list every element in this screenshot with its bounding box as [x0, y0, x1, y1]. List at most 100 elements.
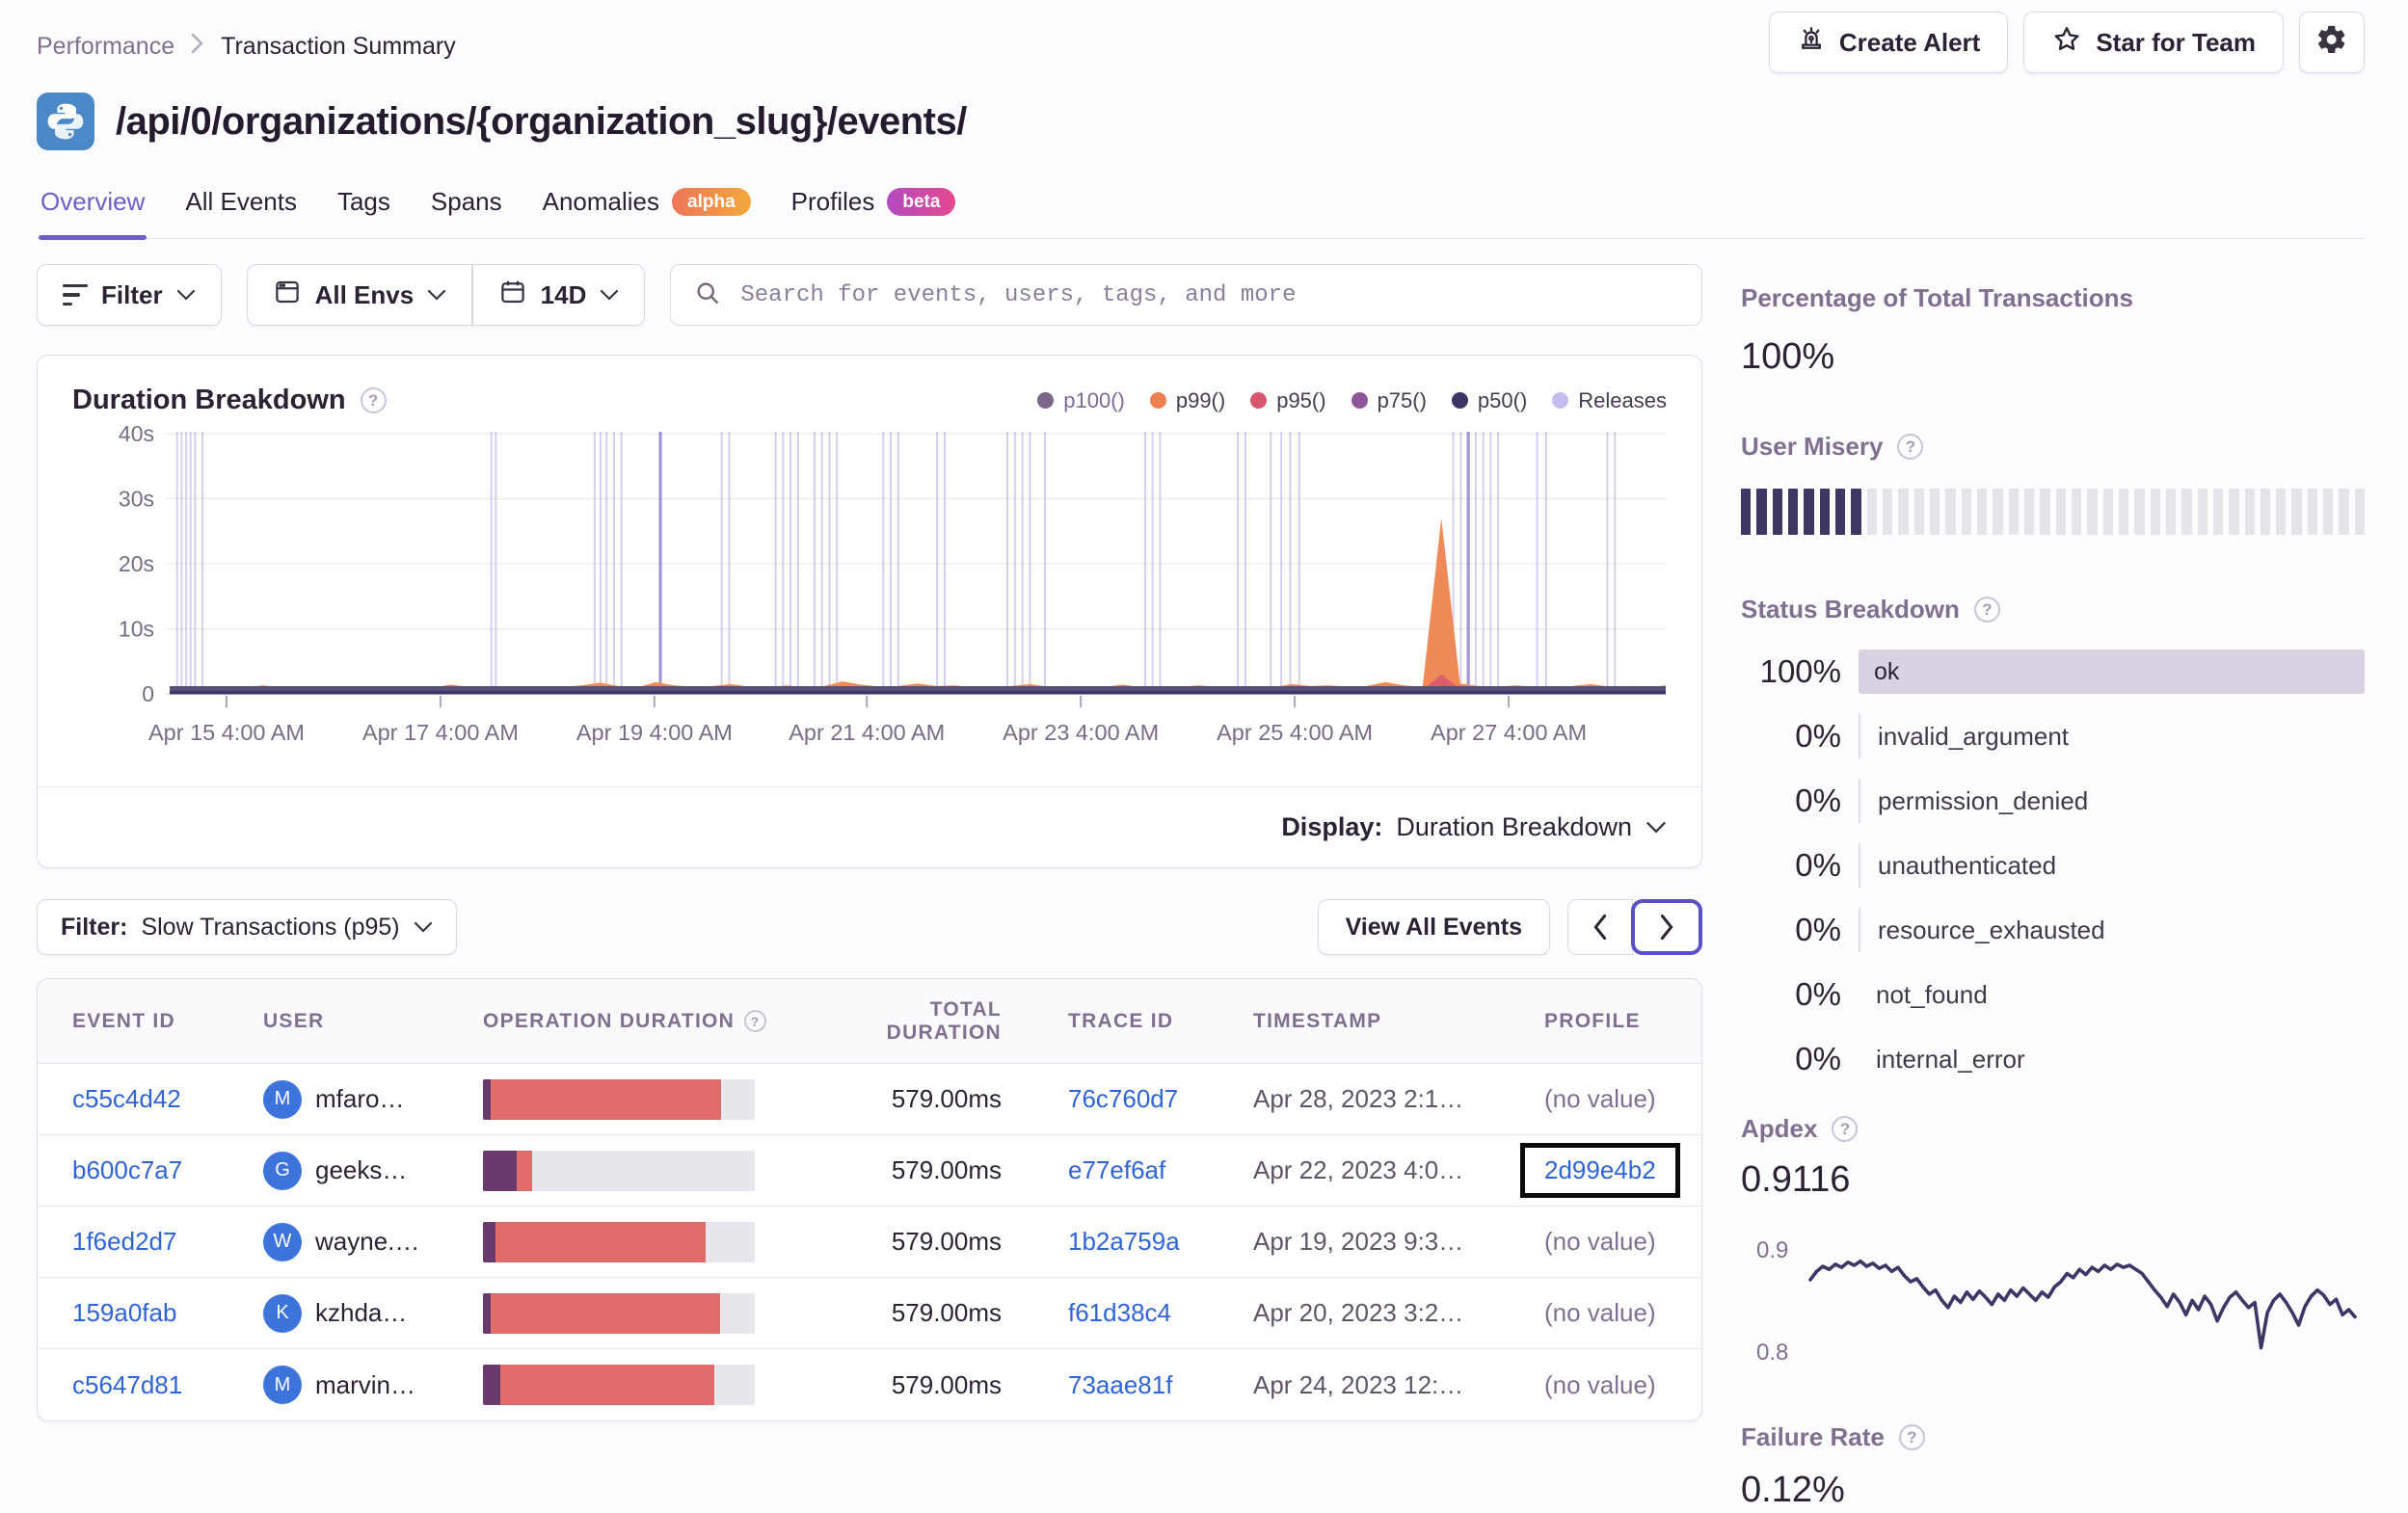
tab-anomalies[interactable]: Anomalies alpha	[541, 175, 753, 238]
display-row: Display: Duration Breakdown	[38, 786, 1701, 867]
op-segment-red	[491, 1078, 721, 1120]
help-icon[interactable]: ?	[1898, 1424, 1925, 1450]
date-range-selector[interactable]: 14D	[473, 265, 645, 325]
misery-cell	[1787, 489, 1799, 535]
display-selector[interactable]: Duration Breakdown	[1396, 812, 1632, 842]
operation-duration-bar	[483, 1221, 755, 1262]
help-icon[interactable]: ?	[1897, 434, 1924, 460]
transaction-filter-dropdown[interactable]: Filter: Slow Transactions (p95)	[37, 899, 457, 955]
operation-duration-bar	[483, 1365, 755, 1405]
filter-button[interactable]: Filter	[38, 265, 221, 325]
misery-cell	[2165, 489, 2177, 535]
status-label: invalid_argument	[1859, 714, 2365, 758]
operation-duration-cell	[483, 1078, 816, 1120]
chart-legend: p100() p99() p95() p75() p50() Releases	[1037, 388, 1667, 413]
timestamp-cell: Apr 22, 2023 4:0…	[1253, 1155, 1464, 1184]
user-misery-title: User Misery ?	[1741, 432, 2365, 462]
view-all-events-button[interactable]: View All Events	[1317, 899, 1550, 955]
svg-text:Apr 25 4:00 AM: Apr 25 4:00 AM	[1217, 720, 1373, 745]
misery-cell	[2181, 489, 2192, 535]
chevron-left-icon	[1593, 914, 1607, 941]
chevron-down-icon	[601, 289, 619, 301]
trace-id-link[interactable]: 73aae81f	[1068, 1370, 1172, 1399]
status-row-invalid-argument: 0% invalid_argument	[1741, 714, 2365, 758]
trace-id-link[interactable]: 76c760d7	[1068, 1084, 1178, 1113]
help-icon[interactable]: ?	[360, 387, 387, 413]
environment-selector[interactable]: All Envs	[248, 265, 472, 325]
legend-item-p99[interactable]: p99()	[1149, 388, 1225, 413]
env-date-group: All Envs 14D	[246, 264, 646, 326]
tab-all-events[interactable]: All Events	[183, 175, 299, 238]
legend-item-releases[interactable]: Releases	[1552, 388, 1667, 413]
col-event-id: EVENT ID	[72, 1009, 175, 1032]
apdex-y-top-label: 0.9	[1756, 1237, 1789, 1263]
previous-page-button[interactable]	[1567, 899, 1633, 955]
profile-link[interactable]: 2d99e4b2	[1544, 1155, 1656, 1184]
operation-duration-bar	[483, 1292, 755, 1334]
misery-cell	[2040, 489, 2050, 535]
legend-dot	[1149, 392, 1166, 409]
col-timestamp: TIMESTAMP	[1253, 1009, 1382, 1032]
tab-tags[interactable]: Tags	[335, 175, 392, 238]
chevron-down-icon[interactable]	[1645, 820, 1667, 835]
status-percent: 0%	[1795, 912, 1841, 947]
trace-id-link[interactable]: f61d38c4	[1068, 1298, 1171, 1327]
event-id-link[interactable]: c55c4d42	[72, 1084, 181, 1113]
misery-cell	[2102, 489, 2113, 535]
total-duration-cell: 579.00ms	[891, 1155, 1002, 1184]
user-cell: Kkzhda…	[263, 1293, 483, 1333]
tab-profiles[interactable]: Profiles beta	[789, 175, 958, 238]
misery-cell	[2276, 489, 2287, 535]
help-icon[interactable]: ?	[744, 1010, 767, 1032]
transaction-filter-label: Filter:	[61, 913, 128, 941]
misery-cell	[1913, 489, 1924, 535]
create-alert-button[interactable]: Create Alert	[1768, 12, 2009, 73]
event-id-cell: c55c4d42	[72, 1084, 263, 1114]
next-page-button[interactable]	[1631, 899, 1702, 955]
profile-no-value: (no value)	[1544, 1298, 1656, 1327]
avatar: K	[263, 1293, 302, 1333]
legend-item-p75[interactable]: p75()	[1351, 388, 1427, 413]
legend-label: p50()	[1477, 387, 1528, 412]
operation-duration-bar	[483, 1078, 755, 1120]
event-id-link[interactable]: b600c7a7	[72, 1155, 182, 1184]
trace-id-link[interactable]: e77ef6af	[1068, 1155, 1165, 1184]
legend-label: p100()	[1063, 387, 1125, 412]
breadcrumb-chevron-icon	[190, 31, 205, 63]
misery-cell	[1772, 489, 1782, 535]
settings-button[interactable]	[2299, 12, 2365, 73]
star-for-team-button[interactable]: Star for Team	[2023, 12, 2284, 73]
tab-label: All Events	[185, 187, 297, 216]
apdex-sparkline	[1808, 1259, 2357, 1350]
table-row: 1f6ed2d7 Wwayne.… 579.00ms 1b2a759a Apr 19, …	[38, 1207, 1701, 1278]
trace-id-link[interactable]: 1b2a759a	[1068, 1227, 1180, 1256]
legend-item-p100[interactable]: p100()	[1037, 388, 1125, 413]
legend-item-p95[interactable]: p95()	[1250, 388, 1326, 413]
help-icon[interactable]: ?	[1832, 1116, 1859, 1142]
legend-dot	[1250, 392, 1268, 409]
misery-cell	[2244, 489, 2255, 535]
status-label: internal_error	[1876, 1044, 2025, 1074]
event-id-link[interactable]: 1f6ed2d7	[72, 1227, 176, 1256]
tab-overview[interactable]: Overview	[39, 175, 147, 240]
event-id-link[interactable]: c5647d81	[72, 1370, 182, 1399]
event-id-link[interactable]: 159a0fab	[72, 1298, 176, 1327]
search-input[interactable]	[738, 280, 1678, 309]
total-duration-cell: 579.00ms	[891, 1227, 1002, 1256]
status-row-permission-denied: 0% permission_denied	[1741, 779, 2365, 823]
legend-item-p50[interactable]: p50()	[1451, 387, 1528, 413]
breadcrumb: Performance Transaction Summary	[37, 12, 456, 63]
total-duration-cell: 579.00ms	[891, 1369, 1002, 1399]
search-bar[interactable]	[670, 264, 1702, 326]
tab-spans[interactable]: Spans	[429, 175, 504, 238]
view-all-events-label: View All Events	[1345, 913, 1522, 941]
op-segment-purple	[483, 1221, 495, 1262]
misery-cell	[2134, 489, 2145, 535]
misery-cell	[2291, 489, 2302, 535]
breadcrumb-performance[interactable]: Performance	[37, 33, 174, 61]
main-column: Filter All Envs 14D Search for events, u…	[37, 239, 1702, 1511]
help-icon[interactable]: ?	[1973, 597, 2000, 623]
duration-chart: 40s 30s 20s 10s 0 Apr 15 4:00 AM Apr 17 4:00 A…	[119, 424, 1666, 745]
breadcrumb-transaction-summary: Transaction Summary	[221, 33, 456, 60]
profile-focus-outline: 2d99e4b2	[1520, 1143, 1680, 1198]
